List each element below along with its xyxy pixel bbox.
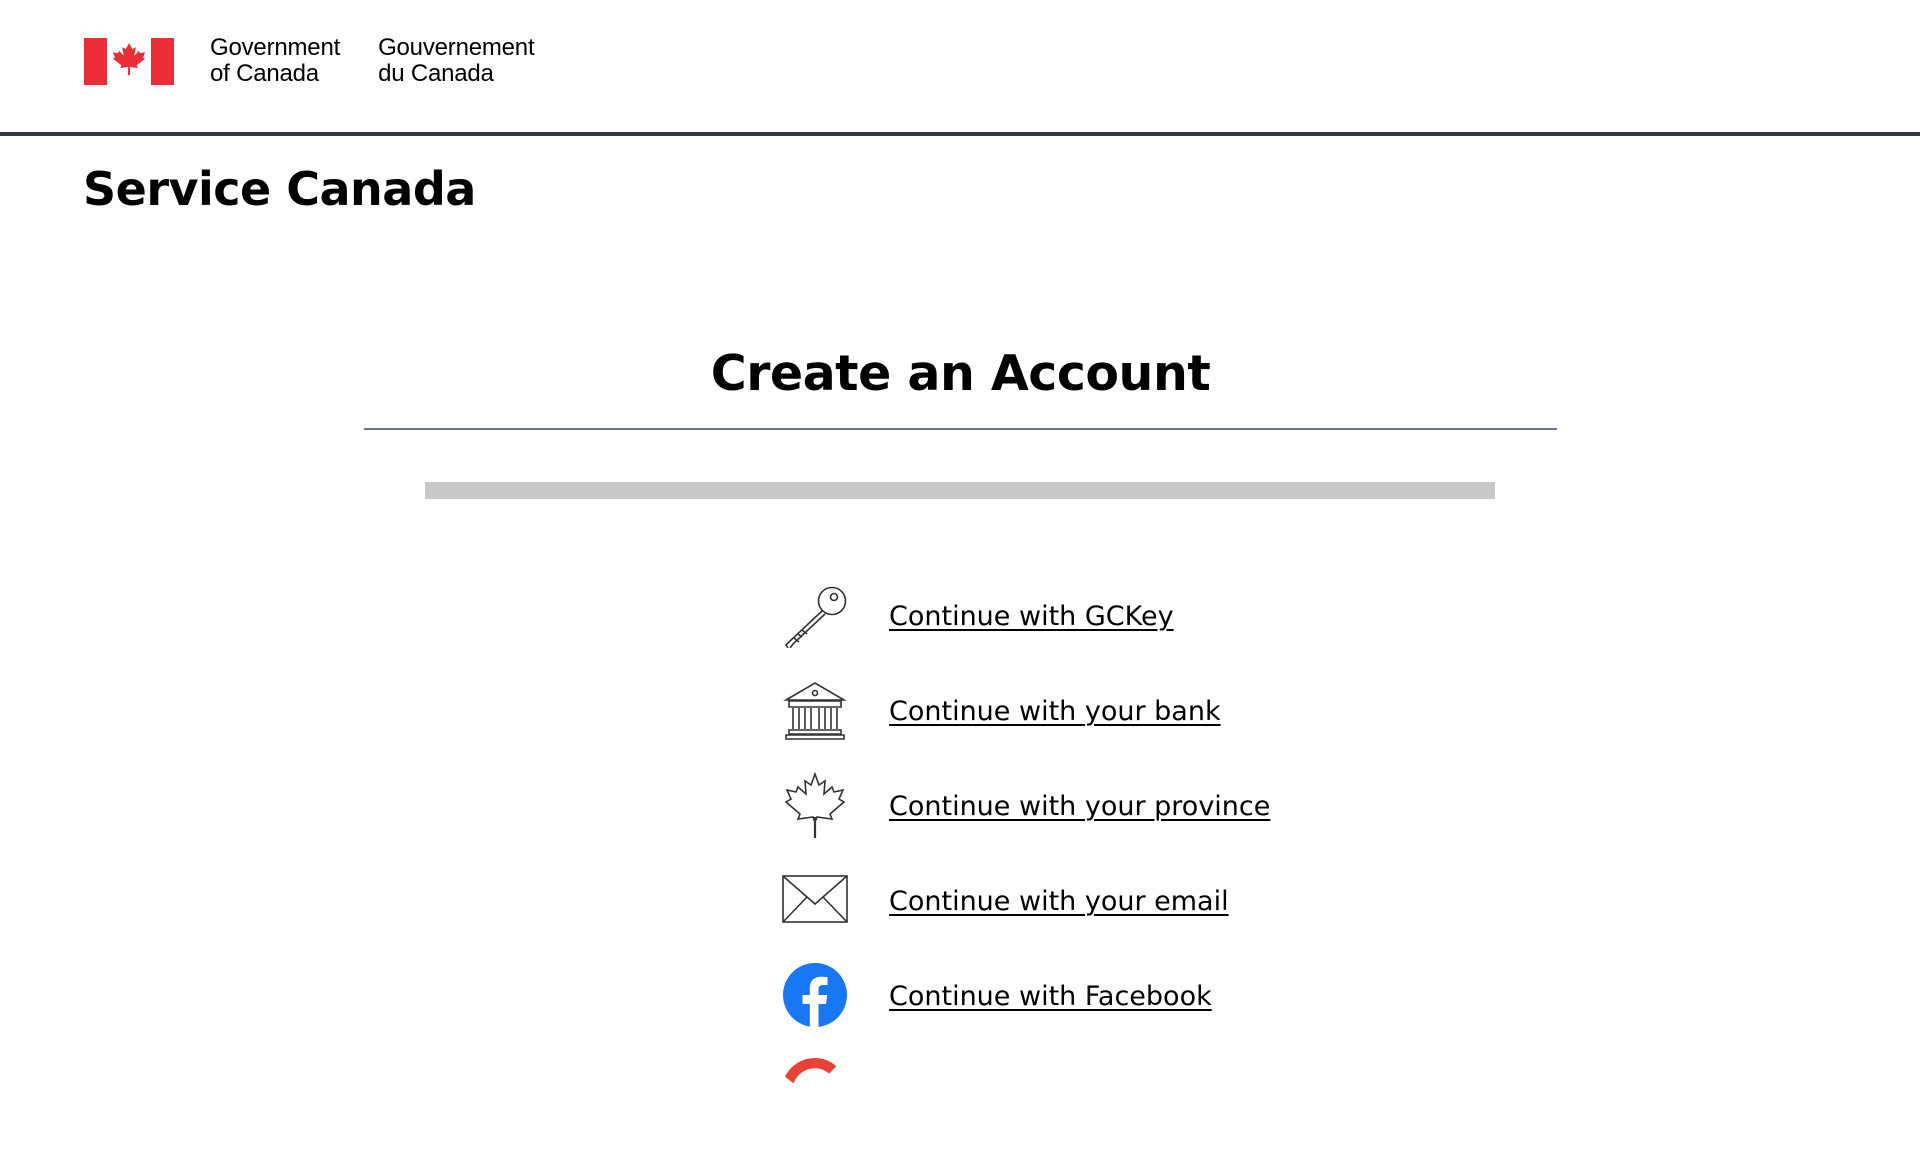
sign-in-option-facebook: Continue with Facebook [780,962,1480,1057]
site-header: Government of Canada Gouvernement du Can… [0,0,1920,136]
maple-leaf-icon [784,772,846,838]
facebook-icon [783,963,847,1027]
sign-in-option-gckey: Continue with GCKey [780,582,1480,677]
continue-with-facebook-link[interactable]: Continue with Facebook [889,980,1212,1014]
progress-bar [425,482,1495,499]
bank-icon [783,682,847,740]
continue-with-email-link[interactable]: Continue with your email [889,885,1229,919]
sign-in-option-google [780,1057,1480,1152]
page-title: Create an Account [710,345,1211,402]
gov-en-line-2: of Canada [210,60,319,87]
sign-in-option-email: Continue with your email [780,867,1480,962]
sign-in-option-province: Continue with your province [780,772,1480,867]
key-icon [784,586,847,648]
government-of-canada-text: Government of Canada [210,35,340,87]
continue-with-gckey-link[interactable]: Continue with GCKey [889,600,1174,634]
gov-fr-line-1: Gouvernement [378,34,535,61]
google-icon [785,1058,837,1084]
progress-bar-fill [425,482,1495,499]
government-of-canada-signature[interactable]: Government of Canada Gouvernement du Can… [84,34,535,87]
gov-fr-line-2: du Canada [378,60,494,87]
sign-in-options-list: Continue with GCKey Continue with your b… [780,582,1480,1152]
gouvernement-du-canada-text: Gouvernement du Canada [378,34,535,87]
site-title: Service Canada [83,162,476,216]
envelope-icon [782,875,848,923]
heading-divider [364,428,1557,430]
canada-flag-icon [84,38,174,85]
continue-with-province-link[interactable]: Continue with your province [889,790,1270,824]
sign-in-option-bank: Continue with your bank [780,677,1480,772]
gov-en-line-1: Government [210,34,341,61]
continue-with-bank-link[interactable]: Continue with your bank [889,695,1221,729]
